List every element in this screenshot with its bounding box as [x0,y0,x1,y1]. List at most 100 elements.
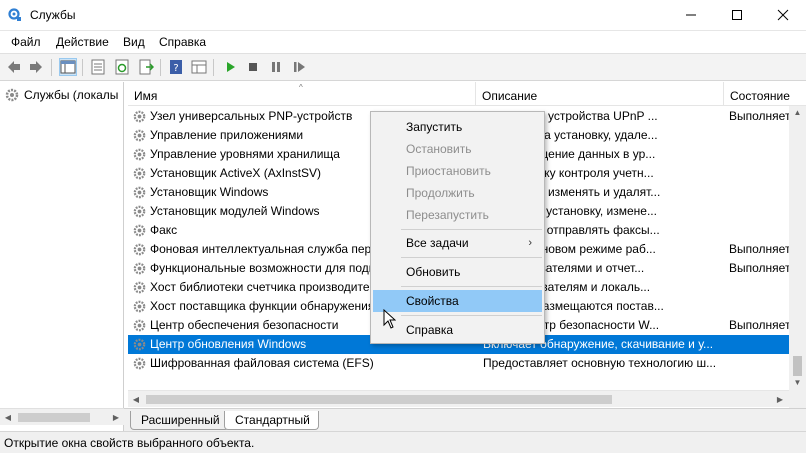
scroll-down-arrow-icon[interactable]: ▼ [793,378,802,387]
scroll-right-arrow-icon[interactable]: ▶ [112,413,120,422]
menu-separator [401,286,542,287]
service-gear-icon [133,224,146,237]
back-button[interactable] [5,58,23,76]
show-extended-button[interactable] [190,58,208,76]
toolbar-separator [213,59,214,76]
tree-item-label: Службы (локалы [24,88,119,102]
menu-view[interactable]: Вид [123,35,145,49]
service-gear-icon [133,300,146,313]
scrollbar-thumb[interactable] [146,395,612,404]
minimize-button[interactable] [668,0,714,30]
export-list-button[interactable] [137,58,155,76]
export-list-icon [139,59,154,75]
column-header-state[interactable]: Состояние [724,82,806,106]
maximize-icon [732,10,742,20]
show-extended-icon [191,60,207,74]
service-gear-icon [133,262,146,275]
window-title: Службы [30,8,76,22]
column-header-description[interactable]: Описание [476,82,724,106]
service-gear-icon [133,281,146,294]
tree-item-services-local[interactable]: Службы (локалы [4,87,118,103]
menu-item-stop[interactable]: Остановить [373,138,542,160]
stop-service-button[interactable] [244,58,262,76]
tree-horizontal-scrollbar[interactable]: ◀ ▶ [0,408,124,425]
scroll-up-arrow-icon[interactable]: ▲ [793,108,802,117]
properties-button[interactable] [89,58,107,76]
service-gear-icon [133,167,146,180]
status-text: Открытие окна свойств выбранного объекта… [4,436,255,450]
scroll-left-arrow-icon[interactable]: ◀ [4,413,12,422]
menu-item-all-tasks[interactable]: Все задачи › [373,232,542,254]
menu-help[interactable]: Справка [159,35,206,49]
status-bar: Открытие окна свойств выбранного объекта… [0,431,806,453]
service-gear-icon [133,186,146,199]
forward-button[interactable] [27,58,45,76]
show-hide-tree-button[interactable] [59,58,77,76]
restart-service-button[interactable] [290,58,308,76]
menu-item-pause[interactable]: Приостановить [373,160,542,182]
scrollbar-thumb[interactable] [18,413,90,422]
tab-extended[interactable]: Расширенный [130,411,229,430]
context-menu: Запустить Остановить Приостановить Продо… [370,111,545,344]
scroll-left-arrow-icon[interactable]: ◀ [132,395,140,404]
submenu-arrow-icon: › [528,237,532,249]
list-horizontal-scrollbar[interactable]: ◀ ▶ [128,390,789,407]
menu-item-label: Все задачи [406,236,469,250]
sort-ascending-icon: ^ [299,83,303,92]
tab-standard[interactable]: Стандартный [224,411,319,430]
service-description: Предоставляет основную технологию ш... [483,356,717,370]
svg-text:?: ? [173,63,178,74]
menu-action[interactable]: Действие [56,35,109,49]
scroll-right-arrow-icon[interactable]: ▶ [776,395,784,404]
menu-item-properties[interactable]: Свойства [373,290,542,312]
service-gear-icon [133,338,146,351]
list-header: Имя Описание Состояние ^ [128,82,806,106]
menu-item-restart[interactable]: Перезапустить [373,204,542,226]
list-vertical-scrollbar[interactable]: ▲ ▼ [789,106,806,408]
service-gear-icon [133,129,146,142]
back-arrow-icon [8,61,20,73]
menu-item-help[interactable]: Справка [373,319,542,341]
help-button[interactable]: ? [167,58,185,76]
start-service-icon [227,62,235,72]
menu-item-resume[interactable]: Продолжить [373,182,542,204]
service-gear-icon [133,243,146,256]
services-gear-icon [8,8,21,21]
menu-bar: Файл Действие Вид Справка [0,31,806,53]
help-icon: ? [170,60,182,74]
toolbar-separator [160,59,161,76]
pause-service-icon [272,62,280,72]
stop-service-icon [249,63,257,71]
menu-separator [401,229,542,230]
view-tabs: Расширенный Стандартный [124,408,806,431]
close-button[interactable] [760,0,806,30]
pause-service-button[interactable] [267,58,285,76]
menu-file[interactable]: Файл [11,35,41,49]
refresh-icon [115,59,129,75]
minimize-icon [686,14,696,16]
mouse-cursor-icon [383,309,396,329]
start-service-button[interactable] [221,58,239,76]
console-tree: Службы (локалы [0,82,124,431]
services-gear-icon [5,88,19,102]
service-gear-icon [133,319,146,332]
service-gear-icon [133,205,146,218]
service-gear-icon [133,148,146,161]
menu-item-refresh[interactable]: Обновить [373,261,542,283]
toolbar: ? [0,53,806,81]
maximize-button[interactable] [714,0,760,30]
toolbar-separator [82,59,83,76]
menu-separator [401,257,542,258]
toolbar-separator [51,59,52,76]
scrollbar-thumb[interactable] [793,356,802,376]
service-gear-icon [133,357,146,370]
title-bar: Службы [0,0,806,31]
menu-item-start[interactable]: Запустить [373,116,542,138]
menu-separator [401,315,542,316]
properties-icon [91,59,105,75]
service-gear-icon [133,110,146,123]
table-row[interactable]: Шифрованная файловая система (EFS) Предос… [128,354,790,373]
close-icon [777,9,789,21]
restart-service-icon [294,62,305,72]
refresh-button[interactable] [113,58,131,76]
